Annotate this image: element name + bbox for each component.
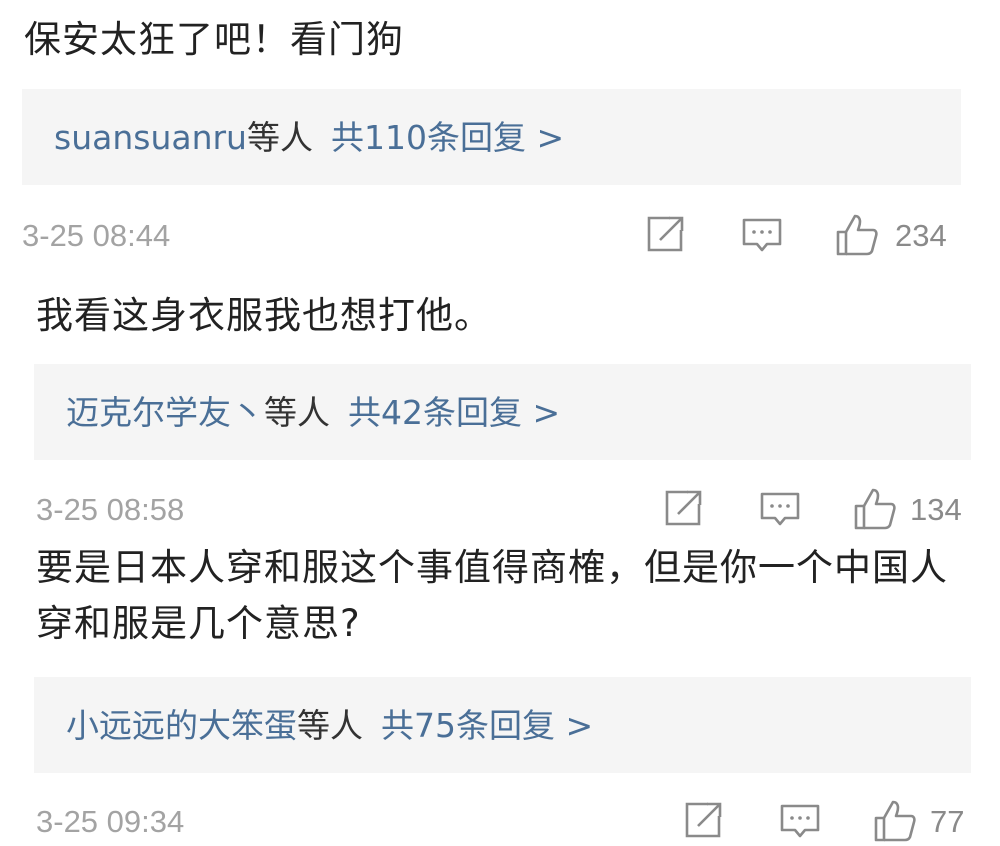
reply-etc-label: 等人 [297,705,363,745]
reply-count-link[interactable]: 共75条回复 > [381,709,593,742]
reply-etc-label: 等人 [246,117,313,157]
comment-time: 3-25 08:44 [22,218,171,253]
replies-link[interactable]: 小远远的大笨蛋 等人 共75条回复 > [34,677,971,773]
share-icon[interactable] [644,212,688,256]
like-count: 134 [910,492,962,527]
like-count: 77 [930,804,965,839]
comment-meta: 3-25 08:58 134 [36,486,986,534]
thumbs-up-icon[interactable] [834,212,880,258]
like-count: 234 [895,218,947,253]
comment-time: 3-25 08:58 [36,492,185,527]
comment-meta: 3-25 09:34 77 [36,798,986,846]
reply-user-name[interactable]: 小远远的大笨蛋 [66,709,297,742]
reply-user-name[interactable]: suansuanru [54,121,247,154]
reply-user-name[interactable]: 迈克尔学友丶 [66,396,264,429]
reply-count-link[interactable]: 共42条回复 > [348,396,560,429]
comment-meta: 3-25 08:44 234 [22,212,972,260]
comment-text: 保安太狂了吧！看门狗 [24,18,404,61]
reply-etc-label: 等人 [264,392,330,432]
comment-time: 3-25 09:34 [36,804,185,839]
thumbs-up-icon[interactable] [872,798,918,844]
comment-text: 要是日本人穿和服这个事值得商榷，但是你一个中国人穿和服是几个意思? [36,546,948,645]
share-icon[interactable] [662,486,706,530]
comment-icon[interactable] [740,212,784,256]
comment-icon[interactable] [778,798,822,842]
thumbs-up-icon[interactable] [852,486,898,532]
comment-text: 我看这身衣服我也想打他。 [36,294,492,337]
share-icon[interactable] [682,798,726,842]
replies-link[interactable]: suansuanru 等人 共110条回复 > [22,89,961,185]
comment-icon[interactable] [758,486,802,530]
replies-link[interactable]: 迈克尔学友丶 等人 共42条回复 > [34,364,971,460]
reply-count-link[interactable]: 共110条回复 > [331,121,564,154]
